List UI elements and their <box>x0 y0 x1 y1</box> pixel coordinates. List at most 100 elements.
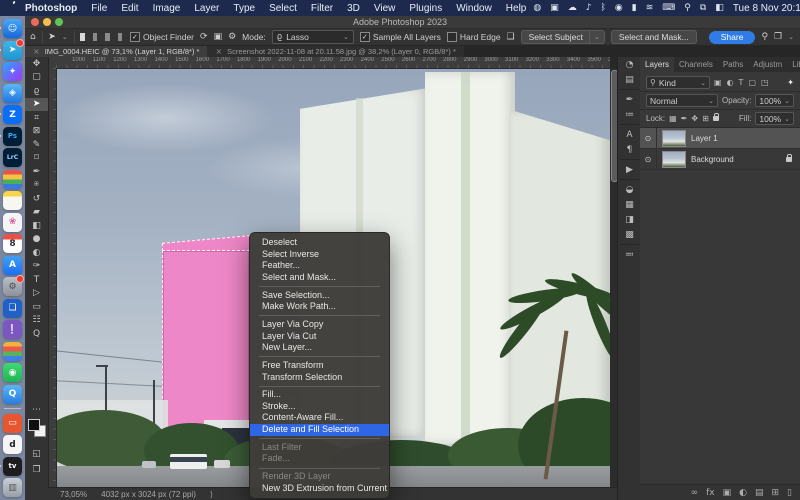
swatches-panel-icon[interactable]: ▦ <box>618 197 641 212</box>
menu-item-3d[interactable]: 3D <box>340 3 367 14</box>
menu-item-file[interactable]: File <box>84 3 114 14</box>
menu-item-select[interactable]: Select <box>262 3 304 14</box>
dock-tv-app[interactable]: ▭ <box>3 414 22 433</box>
dock-apple-tv[interactable]: tv <box>3 457 22 476</box>
context-menu-item-layer-via-copy[interactable]: Layer Via Copy <box>250 319 389 331</box>
link-layers-icon[interactable]: ∞ <box>691 488 699 498</box>
dock-messenger[interactable]: ✦ <box>3 62 22 81</box>
color-panel-icon[interactable]: ◒ <box>618 182 641 197</box>
new-group-icon[interactable]: ▤ <box>755 488 764 498</box>
adjustments-panel-icon[interactable]: ≕ <box>618 247 641 262</box>
selection-intersect-icon[interactable] <box>118 33 122 41</box>
path-select-tool[interactable]: ▷ <box>25 287 48 301</box>
lock-transparency-icon[interactable]: ▦ <box>669 114 677 123</box>
chevron-down-icon[interactable]: ⌄ <box>589 31 604 43</box>
app-status-icon[interactable]: ▣ <box>550 3 559 13</box>
spotlight-icon[interactable]: ⚲ <box>684 3 691 13</box>
dodge-tool[interactable]: ◐ <box>25 246 48 260</box>
dock-chat-app[interactable]: ❕ <box>3 320 22 339</box>
menu-item-filter[interactable]: Filter <box>304 3 340 14</box>
dock-film-app[interactable] <box>3 170 22 189</box>
context-menu-item-feather[interactable]: Feather... <box>250 260 389 272</box>
context-menu-item-layer-via-cut[interactable]: Layer Via Cut <box>250 331 389 343</box>
dock-trash[interactable]: ▥ <box>3 478 22 497</box>
history-panel-icon[interactable]: ◔ <box>618 57 641 72</box>
opacity-dropdown[interactable]: 100% ⌄ <box>755 94 794 107</box>
chevron-down-icon[interactable]: ⌄ <box>788 33 794 41</box>
context-menu-item-select-and-mask[interactable]: Select and Mask... <box>250 272 389 284</box>
object-selection-tool[interactable]: ➤ <box>25 98 48 112</box>
close-tab-icon[interactable]: × <box>215 47 222 56</box>
dock-media-app[interactable] <box>3 342 22 361</box>
brush-tool[interactable]: ✒ <box>25 165 48 179</box>
filter-type-icon[interactable]: T <box>739 78 744 87</box>
context-menu-item-deselect[interactable]: Deselect <box>250 237 389 249</box>
home-icon[interactable]: ⌂ <box>30 32 36 42</box>
document-tab-2[interactable]: ×Screenshot 2022-11-08 at 20.11.58.jpg @… <box>207 46 463 57</box>
context-menu-item-free-transform[interactable]: Free Transform <box>250 360 389 372</box>
blur-tool[interactable]: ● <box>25 233 48 247</box>
workspace-icon[interactable]: ❐ <box>774 32 782 42</box>
paragraph-panel-icon[interactable]: ¶ <box>618 142 641 157</box>
panel-tab-paths[interactable]: Paths <box>718 57 748 72</box>
menu-item-help[interactable]: Help <box>499 3 534 14</box>
gear-icon[interactable]: ⚙ <box>228 32 236 42</box>
hand-tool[interactable]: ☷ <box>25 314 48 328</box>
selection-add-icon[interactable] <box>93 33 97 41</box>
zoom-tool[interactable]: Q <box>25 327 48 341</box>
eraser-tool[interactable]: ▰ <box>25 206 48 220</box>
context-menu-item-delete-and-fill-selection[interactable]: Delete and Fill Selection <box>250 424 389 436</box>
menu-item-image[interactable]: Image <box>146 3 188 14</box>
menu-item-layer[interactable]: Layer <box>187 3 226 14</box>
battery-icon[interactable]: ▮ <box>632 3 637 13</box>
move-tool[interactable]: ✥ <box>25 57 48 71</box>
patterns-panel-icon[interactable]: ▩ <box>618 227 641 242</box>
dock-photoshop[interactable]: Ps <box>3 127 22 146</box>
layer-row-background[interactable]: ⊙Background <box>640 149 800 170</box>
clone-stamp-tool[interactable]: ⍟ <box>25 179 48 193</box>
wifi-icon[interactable]: ≋ <box>646 3 654 13</box>
dock-audio-app[interactable]: ◉ <box>3 363 22 382</box>
panel-tab-channels[interactable]: Channels <box>674 57 718 72</box>
mute-icon[interactable]: ♪ <box>586 3 592 13</box>
refresh-icon[interactable]: ⟳ <box>200 32 208 42</box>
shape-tool[interactable]: ▭ <box>25 300 48 314</box>
layer-thumbnail[interactable] <box>662 130 686 147</box>
layer-thumbnail[interactable] <box>662 151 686 168</box>
cloud-status-icon[interactable]: ☁ <box>568 3 577 13</box>
visibility-eye-icon[interactable]: ⊙ <box>640 128 657 148</box>
select-and-mask-button[interactable]: Select and Mask... <box>611 30 697 44</box>
tool-preset-icon[interactable]: ➤ <box>48 32 56 42</box>
filter-adjustment-icon[interactable]: ◐ <box>727 78 734 87</box>
fill-dropdown[interactable]: 100% ⌄ <box>755 112 794 125</box>
dock-photos[interactable]: ❀ <box>3 213 22 232</box>
menu-item-edit[interactable]: Edit <box>114 3 145 14</box>
context-menu-item-fill[interactable]: Fill... <box>250 389 389 401</box>
panel-tab-librarie[interactable]: Librarie <box>787 57 800 72</box>
bluetooth-icon[interactable]: ᛒ <box>601 3 606 13</box>
filter-smartobject-icon[interactable]: ◳ <box>761 78 769 87</box>
mode-dropdown[interactable]: ϱ Lasso ⌄ <box>272 30 354 44</box>
lasso-tool[interactable]: ϱ <box>25 84 48 98</box>
dock-calendar[interactable]: 8 <box>3 234 22 253</box>
screen-record-icon[interactable]: ◉ <box>615 3 623 13</box>
menu-item-plugins[interactable]: Plugins <box>402 3 449 14</box>
selection-subtract-icon[interactable] <box>105 33 109 41</box>
context-menu-item-stroke[interactable]: Stroke... <box>250 401 389 413</box>
control-center-icon[interactable]: ◧ <box>715 3 724 13</box>
context-menu-item-content-aware-fill[interactable]: Content-Aware Fill... <box>250 412 389 424</box>
edit-toolbar-icon[interactable]: ⋯ <box>25 405 48 415</box>
gradient-tool[interactable]: ◧ <box>25 219 48 233</box>
panel-tab-adjustm[interactable]: Adjustm <box>748 57 787 72</box>
context-menu-item-new-layer[interactable]: New Layer... <box>250 342 389 354</box>
frame-tool[interactable]: ⊠ <box>25 125 48 139</box>
object-finder-checkbox[interactable]: ✓ Object Finder <box>130 32 194 42</box>
lock-artboard-icon[interactable]: ⊞ <box>702 114 709 123</box>
eyedropper-tool[interactable]: ✎ <box>25 138 48 152</box>
camera-status-icon[interactable]: ◍ <box>533 3 541 13</box>
keyboard-icon[interactable]: ⌨ <box>662 3 675 13</box>
dock-zalo[interactable]: Z <box>3 105 22 124</box>
lock-pixels-icon[interactable]: ✒ <box>681 114 688 123</box>
display-icon[interactable]: ⧉ <box>700 3 706 13</box>
delete-layer-icon[interactable]: ▯ <box>787 488 792 498</box>
